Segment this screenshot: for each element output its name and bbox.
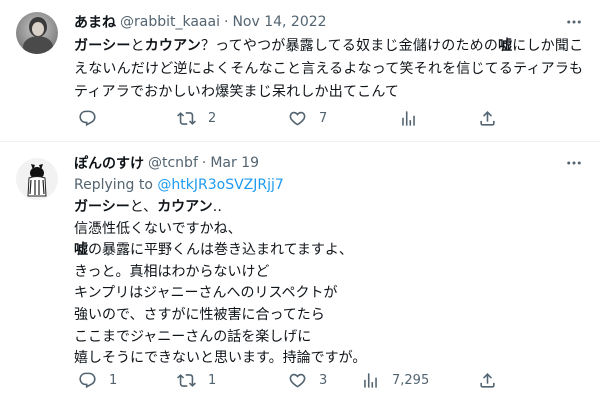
like-count: 3: [319, 372, 328, 388]
highlight-text: 嘘: [74, 242, 88, 259]
reply-button[interactable]: [78, 108, 109, 128]
retweet-count: 1: [208, 372, 217, 388]
reply-button[interactable]: 1: [78, 370, 117, 390]
separator-dot: ·: [223, 14, 229, 30]
tweet-actions: 2 7: [74, 108, 600, 128]
display-name[interactable]: ぽんのすけ: [74, 153, 144, 173]
tweet-text: ガーシーとカウアン？ってやつが暴露してる奴まじ金儲けのための嘘にしか聞こえないん…: [74, 35, 586, 104]
highlight-text: 嘘: [498, 38, 513, 54]
like-button[interactable]: 7: [288, 108, 327, 128]
highlight-text: カウアン: [144, 38, 201, 54]
tweet-actions: 1 1 3 7,295: [74, 370, 600, 390]
views-count: 7,295: [392, 372, 430, 388]
user-handle[interactable]: @rabbit_kaaai: [120, 14, 220, 30]
more-options-icon[interactable]: [562, 12, 586, 32]
retweet-count: 2: [208, 110, 217, 126]
text-segment: と: [130, 38, 145, 54]
tweet-text: ガーシーと、カウアン‥ 信憑性低くないですかね、 嘘の暴露に平野くんは巻き込まれ…: [74, 197, 586, 370]
highlight-text: カウアン: [157, 199, 213, 215]
replying-label: Replying to: [74, 177, 153, 193]
highlight-text: ガーシー: [74, 38, 131, 54]
heart-icon: [289, 373, 306, 388]
views-icon: [364, 372, 377, 388]
reply-icon: [79, 110, 96, 126]
retweet-button[interactable]: 2: [177, 108, 216, 128]
avatar[interactable]: [16, 12, 58, 54]
avatar[interactable]: [16, 158, 58, 200]
display-name[interactable]: あまね: [74, 12, 116, 32]
tweet-date[interactable]: Mar 19: [210, 155, 259, 171]
views-icon: [402, 110, 415, 126]
retweet-icon: [177, 111, 196, 125]
share-icon: [480, 110, 495, 126]
text-segment: ‥: [212, 199, 222, 215]
text-segment: ？ってやつが暴露してる奴まじ金儲けのための: [200, 38, 499, 54]
share-icon: [480, 372, 495, 388]
replying-mention-link[interactable]: @htkJR3oSVZJRjj7: [157, 177, 283, 193]
text-segment: の暴露に平野くんは巻き込まれてますよ、 きっと。真相はわからないけど キンプリは…: [74, 242, 367, 367]
heart-icon: [289, 111, 306, 126]
retweet-button[interactable]: 1: [177, 370, 216, 390]
tweet-1[interactable]: あまね @rabbit_kaaai · Nov 14, 2022 ガーシーとカウ…: [0, 0, 600, 142]
views-button[interactable]: [399, 108, 430, 128]
text-segment: と、: [129, 199, 158, 215]
replying-to: Replying to @htkJR3oSVZJRjj7: [74, 175, 586, 196]
reply-icon: [79, 372, 96, 388]
like-count: 7: [319, 110, 328, 126]
views-button[interactable]: 7,295: [361, 370, 429, 390]
reply-count: 1: [109, 372, 118, 388]
tweet-header: あまね @rabbit_kaaai · Nov 14, 2022: [74, 12, 586, 32]
share-button[interactable]: [478, 370, 497, 390]
text-segment: 信憑性低くないですかね、: [74, 220, 242, 237]
tweet-date[interactable]: Nov 14, 2022: [232, 14, 326, 30]
tweet-2[interactable]: ぽんのすけ @tcnbf · Mar 19 Replying to @htkJR…: [0, 143, 600, 403]
tweet-header: ぽんのすけ @tcnbf · Mar 19: [74, 153, 586, 173]
more-options-icon[interactable]: [562, 153, 586, 173]
separator-dot: ·: [201, 155, 207, 171]
user-handle[interactable]: @tcnbf: [148, 155, 198, 171]
retweet-icon: [177, 373, 196, 387]
share-button[interactable]: [478, 108, 497, 128]
highlight-text: ガーシー: [74, 199, 130, 215]
like-button[interactable]: 3: [288, 370, 327, 390]
